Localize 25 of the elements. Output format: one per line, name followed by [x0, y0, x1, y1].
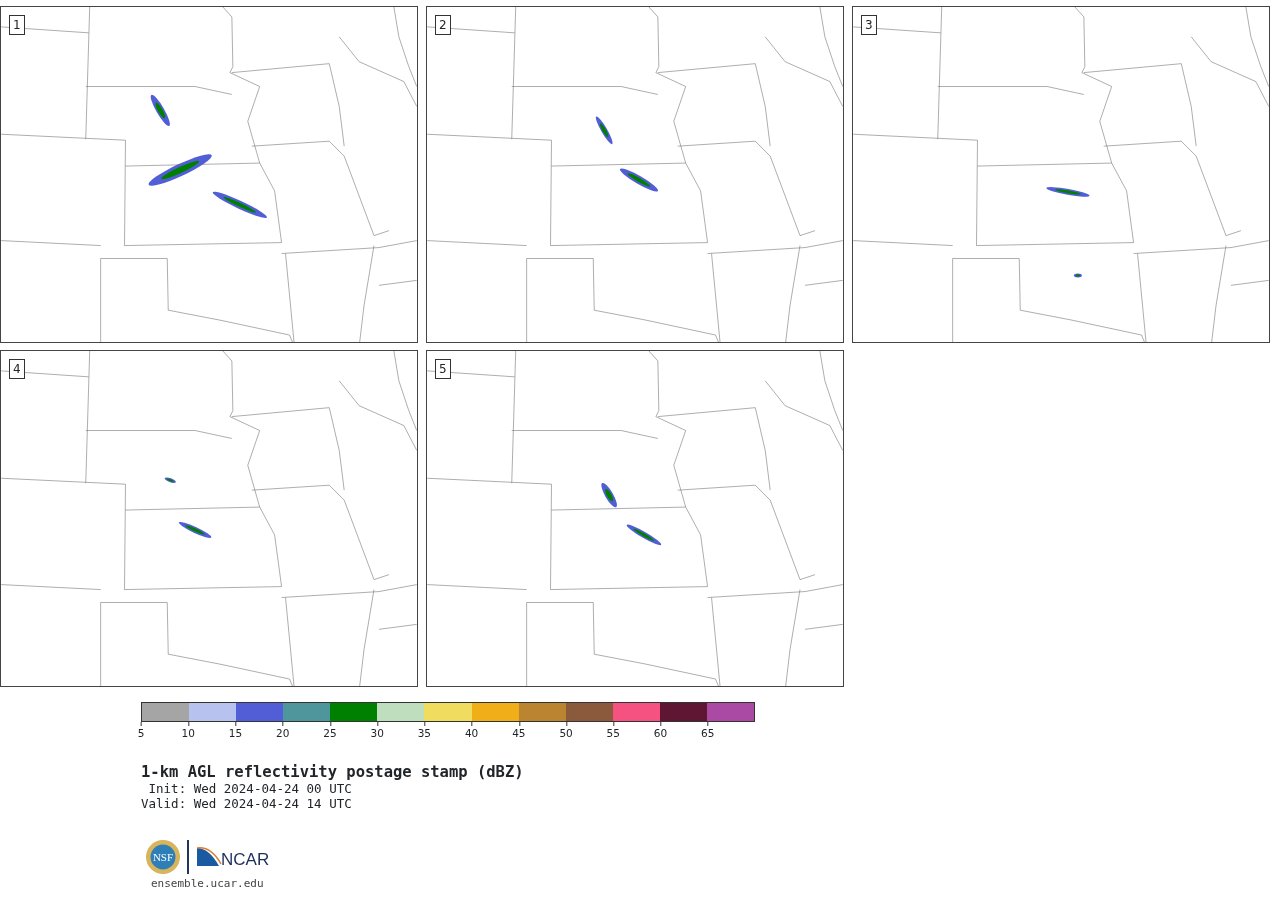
tick-label: 25 — [323, 722, 337, 739]
tick-label: 50 — [559, 722, 573, 739]
ncar-logo: NCAR — [195, 846, 269, 869]
tick-label: 35 — [417, 722, 432, 739]
divider-line — [187, 840, 189, 875]
tick-label: 15 — [228, 722, 243, 739]
panel-number: 2 — [435, 15, 451, 35]
tick-label: 45 — [512, 722, 526, 739]
tick-label: 20 — [276, 722, 290, 739]
panel-number: 4 — [9, 359, 25, 379]
tick-label: 40 — [464, 722, 479, 739]
tick-label: 60 — [653, 722, 668, 739]
tick-label: 65 — [701, 722, 715, 739]
panel-number: 1 — [9, 15, 25, 35]
panel-number: 5 — [435, 359, 451, 379]
init-time: Init: Wed 2024-04-24 00 UTC — [147, 781, 353, 797]
tick-label: 10 — [181, 722, 195, 739]
panel-number: 3 — [861, 15, 877, 35]
chart-title: 1-km AGL reflectivity postage stamp (dBZ) — [141, 764, 525, 782]
website-url: ensemble.ucar.edu — [151, 877, 265, 891]
tick-label: 5 — [137, 722, 145, 739]
tick-label: 55 — [606, 722, 620, 739]
tick-label: 30 — [370, 722, 384, 739]
valid-time: Valid: Wed 2024-04-24 14 UTC — [141, 796, 353, 812]
nsf-logo: NSF — [145, 839, 181, 876]
